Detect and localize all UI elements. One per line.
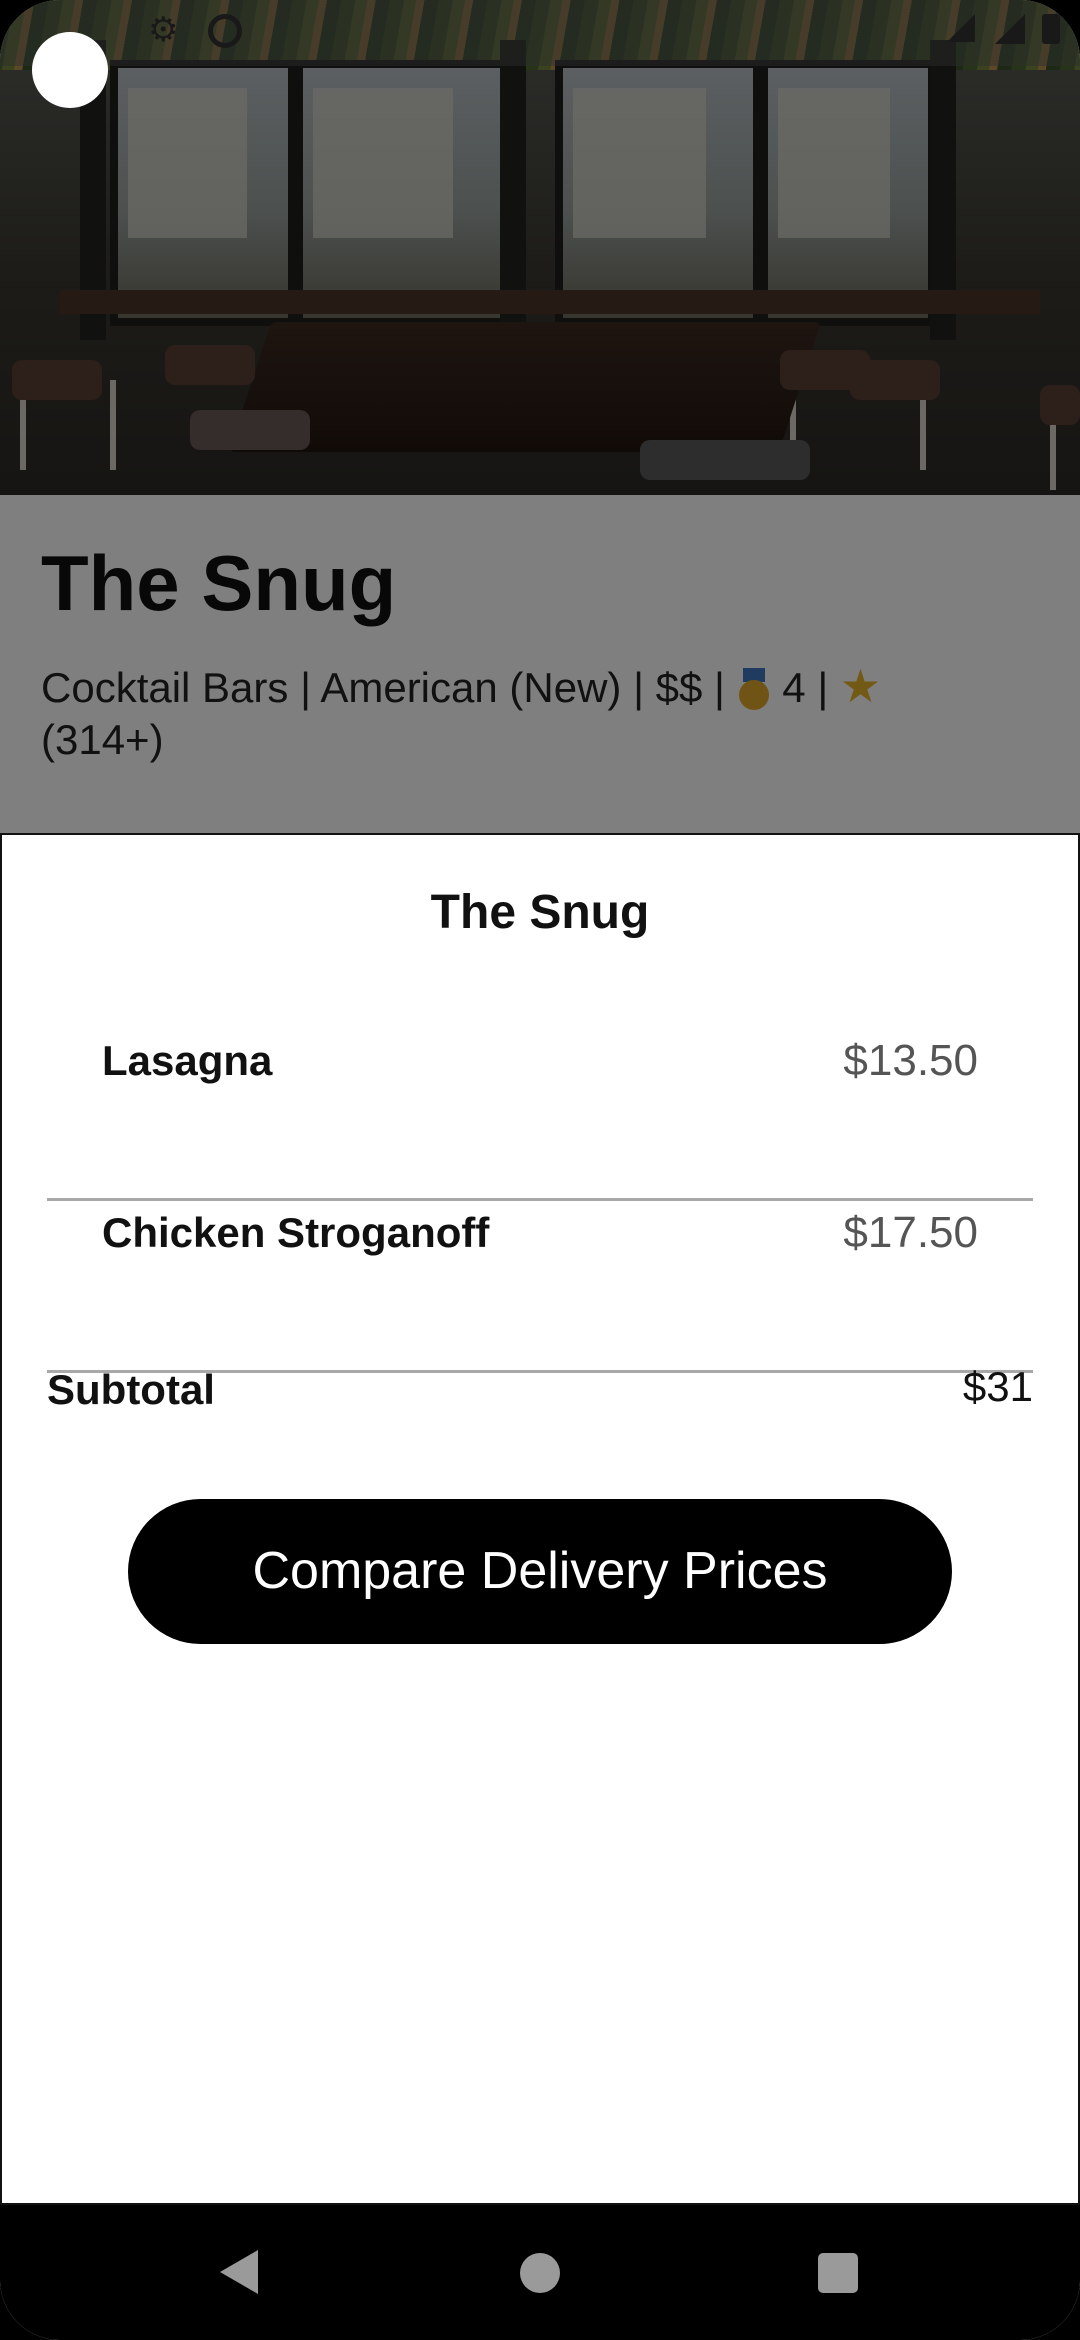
- home-icon[interactable]: [520, 2253, 560, 2293]
- item-name: Lasagna: [102, 1037, 273, 1084]
- subtotal-label: Subtotal: [47, 1366, 215, 1413]
- order-item-row: Lasagna $13.50: [47, 1031, 1033, 1201]
- item-name: Chicken Stroganoff: [102, 1209, 490, 1256]
- item-price: $13.50: [843, 1036, 978, 1085]
- divider: [47, 1198, 1033, 1201]
- screen: ⚙ The Snug Cocktail Bars | American (New…: [0, 0, 1080, 2340]
- item-price: $17.50: [843, 1208, 978, 1257]
- modal-scrim[interactable]: [0, 0, 1080, 835]
- compare-delivery-prices-button[interactable]: Compare Delivery Prices: [128, 1499, 952, 1644]
- recents-icon[interactable]: [818, 2253, 858, 2293]
- order-item-row: Chicken Stroganoff $17.50: [47, 1203, 1033, 1373]
- back-icon[interactable]: [220, 2250, 258, 2294]
- subtotal-value: $31: [962, 1363, 1033, 1410]
- sheet-title: The Snug: [430, 886, 650, 939]
- floating-dot[interactable]: [32, 32, 108, 108]
